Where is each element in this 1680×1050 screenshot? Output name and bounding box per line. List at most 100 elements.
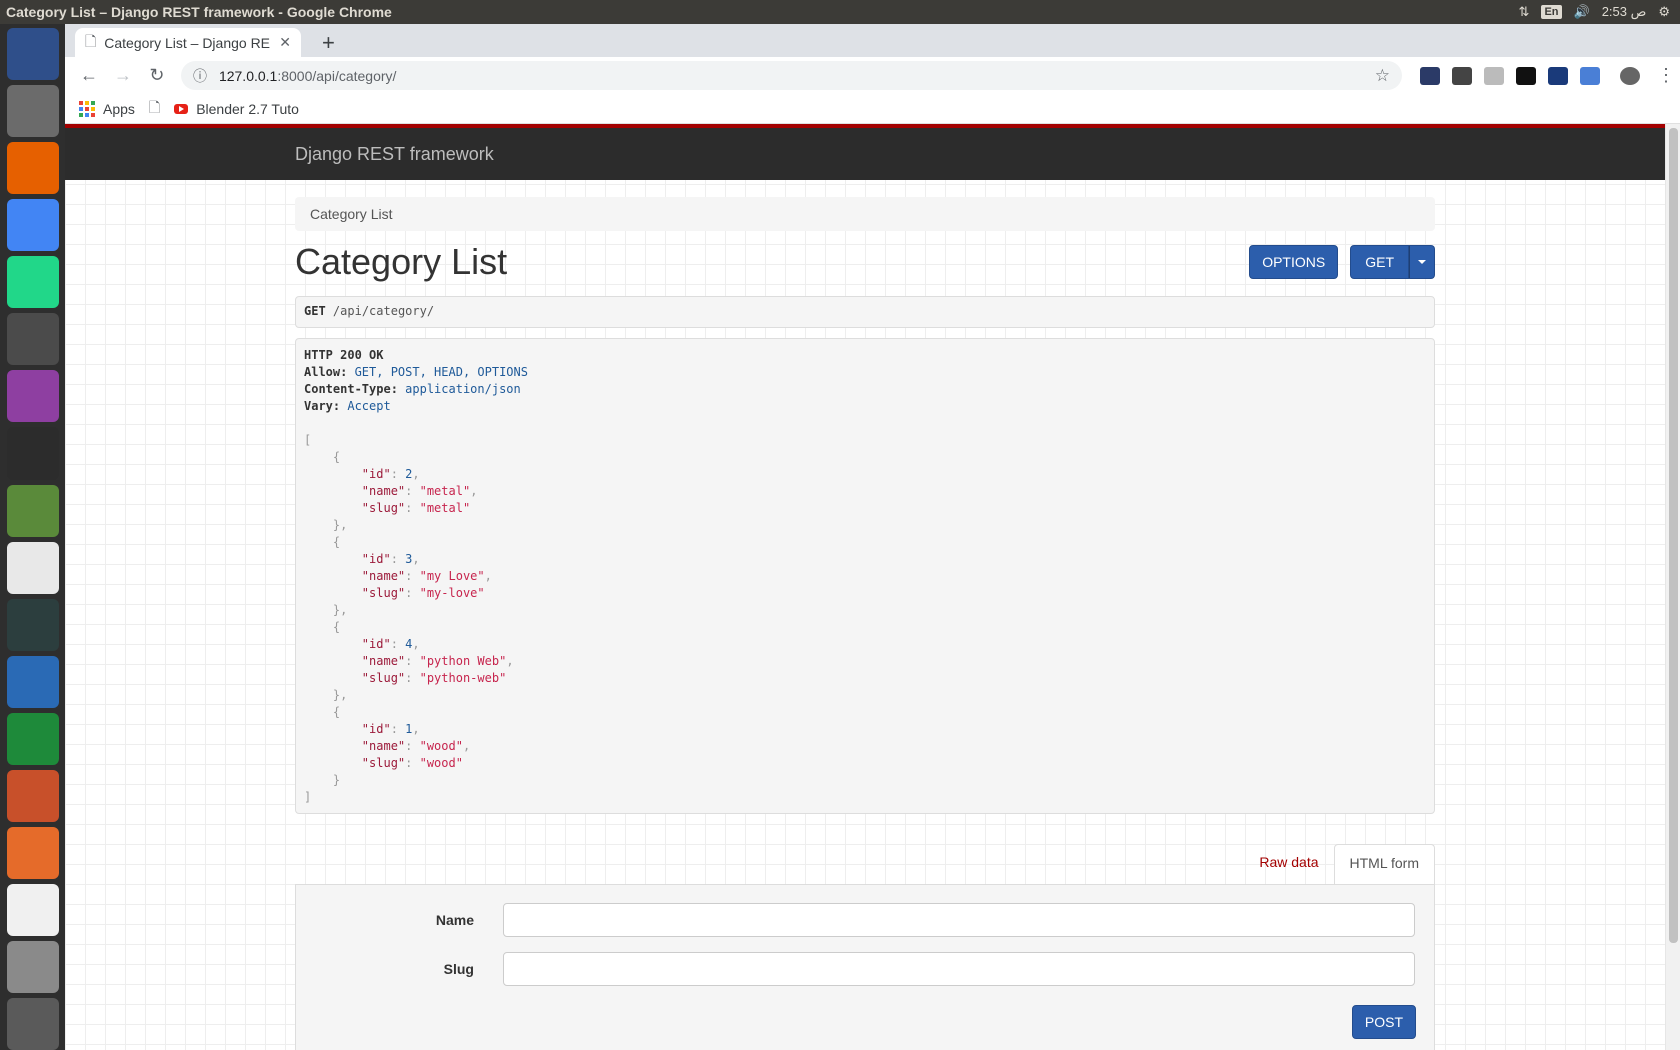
request-path: /api/category/ [332,304,435,318]
json-key: "id" [361,637,391,651]
page-icon: 🗋 [148,98,161,115]
ubuntu-dash-icon[interactable] [6,28,59,81]
code-extension-icon[interactable] [1580,66,1601,85]
screenshot-extension-icon[interactable] [1548,66,1569,85]
json-number: 3 [405,552,413,566]
response-header-row: Content-Type: application/json [304,381,1426,398]
app-window-icon[interactable] [6,370,59,423]
response-info: HTTP 200 OK Allow: GET, POST, HEAD, OPTI… [295,338,1435,814]
form-tabs: Raw data HTML form [295,844,1435,884]
profile-avatar[interactable] [1620,66,1641,85]
url-text[interactable]: 127.0.0.1:8000/api/category/ [219,68,1375,84]
blender-bookmark[interactable]: Blender 2.7 Tuto [174,101,299,117]
files-icon[interactable] [6,85,59,138]
json-key: "id" [361,552,391,566]
gear-extension-icon[interactable] [1484,66,1505,85]
writer-icon[interactable] [6,655,59,708]
response-header-row: Allow: GET, POST, HEAD, OPTIONS [304,364,1426,381]
system-tray: ⇅ En 🔊 2:53 ص ⚙ [1519,4,1680,20]
json-key: "name" [361,739,406,753]
firefox-icon[interactable] [6,142,59,195]
address-bar[interactable]: ⓘ 127.0.0.1:8000/api/category/ ☆ [180,61,1403,90]
json-string: "python Web" [419,654,507,668]
json-key: "name" [361,484,406,498]
bookmark-star-icon[interactable]: ☆ [1375,66,1390,86]
tab-html-form[interactable]: HTML form [1333,844,1435,884]
header-value: Accept [347,399,391,413]
menu-dots-icon[interactable]: ⋮ [1652,62,1680,90]
name-label: Name [435,912,474,928]
slug-input[interactable] [503,952,1415,986]
back-icon[interactable]: ← [75,62,103,90]
scrollbar-thumb[interactable] [1669,128,1678,943]
extension-1-icon[interactable] [1420,66,1441,85]
json-key: "slug" [361,586,406,600]
options-button[interactable]: OPTIONS [1249,245,1339,279]
apps-bookmark[interactable]: Apps [79,100,135,117]
browser-toolbar: ← → ↻ ⓘ 127.0.0.1:8000/api/category/ ☆ ⋮ [65,57,1680,94]
apps-label: Apps [103,100,135,117]
apps-grid-icon [79,100,95,117]
header-key: Allow: [304,365,355,379]
blank-bookmark[interactable]: 🗋 [149,97,160,121]
impress-icon[interactable] [6,769,59,822]
network-icon[interactable]: ⇅ [1519,4,1530,20]
post-button[interactable]: POST [1351,1005,1416,1039]
header-key: Vary: [304,399,348,413]
extensions: ⋮ [1420,62,1680,90]
browser-tab[interactable]: 🗋 Category List – Django RE ✕ [75,28,301,57]
json-string: "wood" [419,739,463,753]
terminal-icon[interactable] [6,427,59,480]
name-input[interactable] [503,903,1415,937]
eyedropper-extension-icon[interactable] [1452,66,1473,85]
system-monitor-icon[interactable] [6,598,59,651]
page-title: Category List [295,241,508,282]
header-value: application/json [405,382,521,396]
json-key: "slug" [361,671,406,685]
chrome-icon[interactable] [6,199,59,252]
reload-icon[interactable]: ↻ [143,62,171,90]
clock[interactable]: 2:53 ص [1602,4,1647,20]
calc-icon[interactable] [6,712,59,765]
response-header-row: Vary: Accept [304,398,1426,415]
tab-raw-data[interactable]: Raw data [1244,844,1333,884]
amazon-icon[interactable] [6,883,59,936]
pycharm-icon[interactable] [6,256,59,309]
caret-down-icon [1418,260,1426,264]
pdf-viewer-icon[interactable] [6,541,59,594]
json-string: "my Love" [419,569,485,583]
sublime-icon[interactable] [6,313,59,366]
software-center-icon[interactable] [6,826,59,879]
youtube-icon [174,103,189,114]
close-tab-icon[interactable]: ✕ [279,34,291,51]
json-string: "metal" [419,484,471,498]
page-scrollbar[interactable] [1665,124,1680,1050]
slug-label: Slug [443,961,474,977]
window-title: Category List – Django REST framework - … [6,4,392,20]
json-string: "my-love" [419,586,485,600]
name-form-row: Name [296,903,1434,937]
image-viewer-icon[interactable] [6,484,59,537]
top-panel: Category List – Django REST framework - … [0,0,1680,24]
response-status: HTTP 200 OK [304,348,384,362]
info-icon[interactable]: ⓘ [193,66,207,86]
json-number: 4 [405,637,413,651]
response-body: [ { "id": 2, "name": "metal", "slug": "m… [304,433,514,804]
get-button[interactable]: GET [1350,245,1409,279]
get-button-group: GET [1350,245,1435,279]
get-format-dropdown[interactable] [1409,245,1435,279]
page-viewport: Django REST framework Category List Cate… [65,124,1665,1050]
json-string: "metal" [419,501,471,515]
forward-icon[interactable]: → [109,62,137,90]
keyboard-language[interactable]: En [1541,5,1562,19]
camera-extension-icon[interactable] [1516,66,1537,85]
volume-icon[interactable]: 🔊 [1574,4,1590,20]
drf-brand-link[interactable]: Django REST framework [295,144,494,165]
settings-gear-icon[interactable]: ⚙ [1658,4,1670,20]
breadcrumb-item[interactable]: Category List [310,206,392,222]
slug-form-row: Slug [296,952,1434,986]
new-tab-button[interactable]: + [322,30,335,56]
json-string: "wood" [419,756,463,770]
trash-icon[interactable] [6,998,59,1050]
install-icon[interactable] [6,941,59,994]
